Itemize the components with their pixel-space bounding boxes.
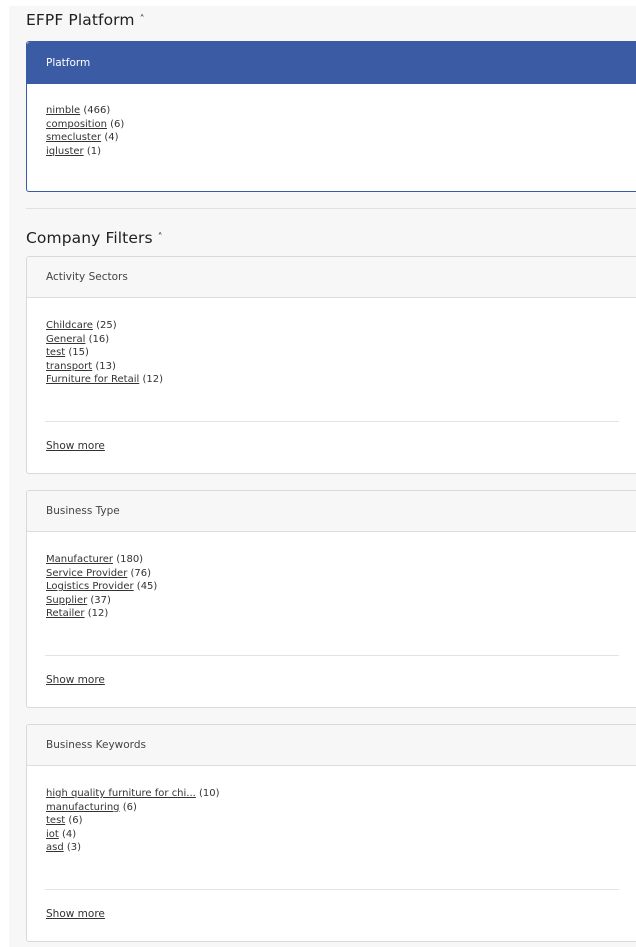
list-item: Service Provider (76) <box>46 567 636 581</box>
activity-sectors-card: Activity Sectors Childcare (25) General … <box>26 256 636 474</box>
activity-sectors-list: Childcare (25) General (16) test (15) tr… <box>27 298 636 387</box>
facet-count: (1) <box>86 145 101 157</box>
facet-link-iqluster[interactable]: iqluster <box>46 146 84 157</box>
list-item: composition (6) <box>46 118 636 132</box>
facet-link[interactable]: Furniture for Retail <box>46 374 139 385</box>
collapse-caret-icon[interactable]: ˄ <box>158 232 163 243</box>
facet-count: (16) <box>88 333 110 345</box>
facet-count: (6) <box>110 118 125 130</box>
list-item: test (15) <box>46 346 636 360</box>
facet-count: (15) <box>68 347 89 359</box>
facet-link-nimble[interactable]: nimble <box>46 105 80 116</box>
list-item: Retailer (12) <box>46 607 636 621</box>
facet-count: (25) <box>96 320 117 331</box>
list-item: manufacturing (6) <box>46 801 636 815</box>
activity-sectors-header: Activity Sectors <box>27 257 636 298</box>
show-more-link[interactable]: Show more <box>46 440 105 452</box>
facet-link[interactable]: General <box>46 334 85 345</box>
facet-link[interactable]: Manufacturer <box>46 554 113 565</box>
list-item: Manufacturer (180) <box>46 553 636 567</box>
list-item: transport (13) <box>46 360 636 374</box>
facet-count: (13) <box>95 360 116 372</box>
list-item: smecluster (4) <box>46 131 636 145</box>
facet-link[interactable]: Supplier <box>46 595 87 606</box>
show-more-link[interactable]: Show more <box>46 908 105 920</box>
facet-link[interactable]: asd <box>46 842 64 853</box>
facet-count: (12) <box>142 374 163 386</box>
list-item: high quality furniture for chi... (10) <box>46 787 636 801</box>
facet-link[interactable]: test <box>46 815 65 826</box>
facet-count: (76) <box>130 567 152 579</box>
platform-section-title-text: EFPF Platform <box>26 11 135 29</box>
list-item: Supplier (37) <box>46 594 636 608</box>
list-item: iqluster (1) <box>46 145 636 159</box>
facet-link[interactable]: Retailer <box>46 608 85 619</box>
left-gutter <box>0 0 9 947</box>
facet-count: (12) <box>87 608 109 620</box>
business-keywords-card: Business Keywords high quality furniture… <box>26 724 636 942</box>
business-keywords-list: high quality furniture for chi... (10) m… <box>27 766 636 855</box>
facet-count: (6) <box>68 815 83 827</box>
list-item: Furniture for Retail (12) <box>46 373 636 387</box>
list-item: Logistics Provider (45) <box>46 580 636 594</box>
facet-link[interactable]: test <box>46 347 65 358</box>
section-divider <box>26 208 636 209</box>
list-item: test (6) <box>46 814 636 828</box>
card-divider <box>45 889 619 890</box>
business-type-card: Business Type Manufacturer (180) Service… <box>26 490 636 708</box>
top-strip <box>0 0 636 6</box>
card-divider <box>45 421 619 422</box>
business-type-header: Business Type <box>27 491 636 532</box>
business-keywords-header: Business Keywords <box>27 725 636 766</box>
facet-count: (3) <box>66 842 82 854</box>
company-filters-title[interactable]: Company Filters ˄ <box>26 229 163 247</box>
facet-count: (6) <box>122 801 137 813</box>
facet-count: (37) <box>90 594 111 606</box>
platform-card-header: Platform <box>27 42 636 84</box>
facet-link[interactable]: Childcare <box>46 320 93 331</box>
list-item: General (16) <box>46 333 636 347</box>
list-item: Childcare (25) <box>46 319 636 333</box>
card-divider <box>45 655 619 656</box>
facet-link[interactable]: Logistics Provider <box>46 581 134 592</box>
platform-list: nimble (466) composition (6) smecluster … <box>27 84 636 158</box>
facet-link-smecluster[interactable]: smecluster <box>46 132 101 143</box>
collapse-caret-icon[interactable]: ˄ <box>140 14 145 25</box>
facet-link[interactable]: Service Provider <box>46 568 127 579</box>
facet-count: (4) <box>104 132 119 144</box>
facet-link-composition[interactable]: composition <box>46 119 107 130</box>
platform-section-title[interactable]: EFPF Platform ˄ <box>26 11 145 29</box>
facet-count: (466) <box>83 105 111 116</box>
facet-count: (4) <box>62 828 77 840</box>
filter-sidebar: EFPF Platform ˄ Platform nimble (466) com… <box>0 0 636 947</box>
list-item: nimble (466) <box>46 104 636 118</box>
facet-link[interactable]: manufacturing <box>46 802 120 813</box>
facet-count: (45) <box>136 581 158 593</box>
facet-link[interactable]: iot <box>46 829 59 840</box>
list-item: iot (4) <box>46 828 636 842</box>
platform-card: Platform nimble (466) composition (6) sm… <box>26 41 636 192</box>
list-item: asd (3) <box>46 841 636 855</box>
show-more-link[interactable]: Show more <box>46 674 105 686</box>
business-type-list: Manufacturer (180) Service Provider (76)… <box>27 532 636 621</box>
facet-count: (180) <box>116 554 144 565</box>
company-filters-title-text: Company Filters <box>26 229 153 247</box>
facet-count: (10) <box>199 788 220 799</box>
facet-link[interactable]: high quality furniture for chi... <box>46 788 196 799</box>
facet-link[interactable]: transport <box>46 361 92 372</box>
